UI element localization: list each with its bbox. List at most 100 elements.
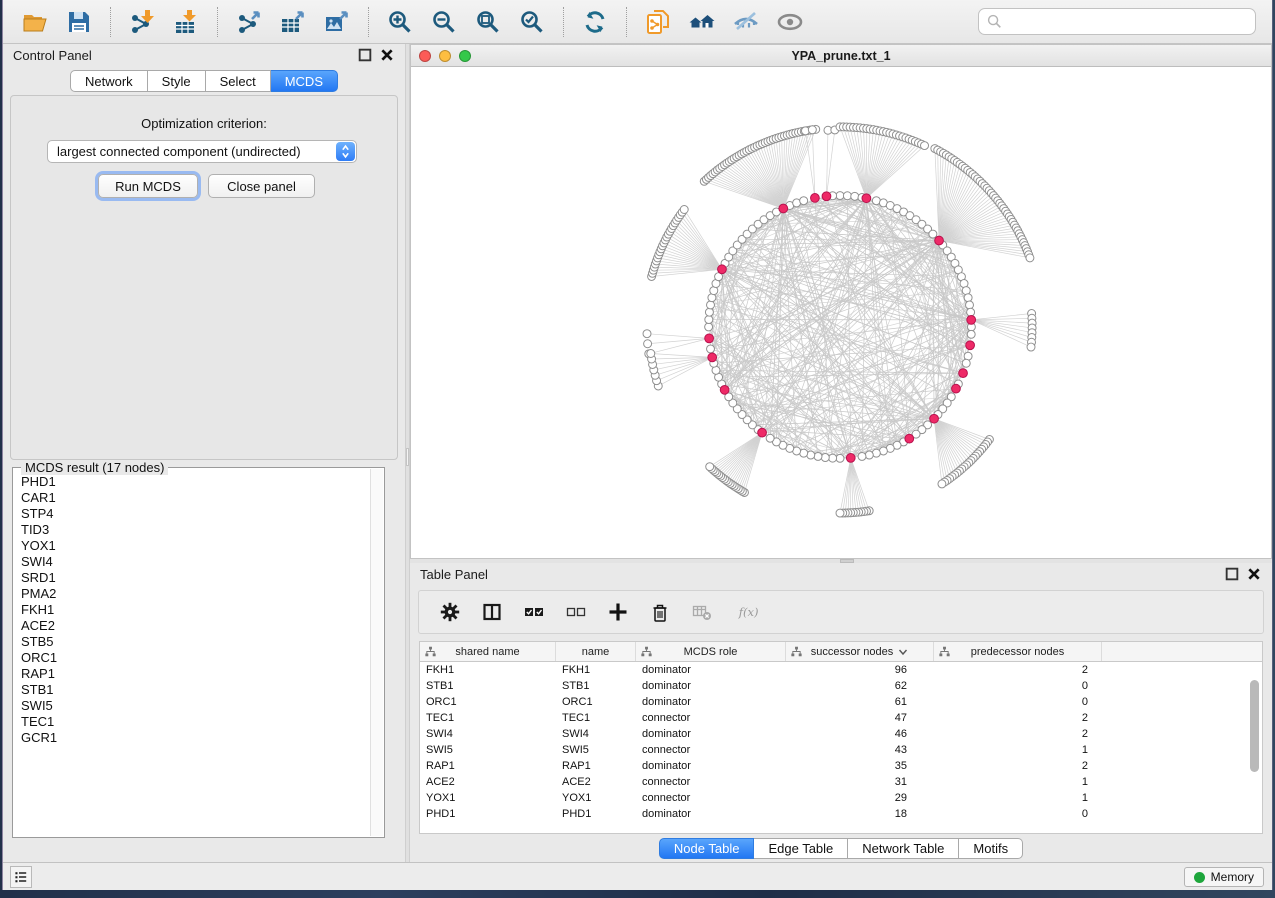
cell-successor-nodes[interactable]: 29 (786, 790, 934, 806)
mcds-result-list[interactable]: PHD1CAR1STP4TID3YOX1SWI4SRD1PMA2FKH1ACE2… (13, 474, 370, 835)
table-row[interactable]: STB1STB1dominator620 (420, 678, 1262, 694)
mcds-result-item[interactable]: ORC1 (21, 650, 370, 666)
mcds-result-item[interactable]: STB1 (21, 682, 370, 698)
export-image-icon[interactable] (322, 7, 352, 37)
network-graph[interactable] (411, 68, 1271, 558)
add-icon[interactable] (605, 599, 631, 625)
cell-shared-name[interactable]: TEC1 (420, 710, 556, 726)
cell-successor-nodes[interactable]: 62 (786, 678, 934, 694)
refresh-view-icon[interactable] (580, 7, 610, 37)
network-canvas[interactable] (411, 68, 1271, 558)
table-row[interactable]: ACE2ACE2connector311 (420, 774, 1262, 790)
cell-MCDS-role[interactable]: dominator (636, 662, 786, 678)
zoom-selected-icon[interactable] (517, 7, 547, 37)
mcds-result-item[interactable]: ACE2 (21, 618, 370, 634)
memory-button[interactable]: Memory (1184, 867, 1264, 887)
cell-shared-name[interactable]: STB1 (420, 678, 556, 694)
table-row[interactable]: SWI5SWI5connector431 (420, 742, 1262, 758)
close-panel-button[interactable]: Close panel (208, 174, 315, 198)
table-row[interactable]: TEC1TEC1connector472 (420, 710, 1262, 726)
result-scrollbar[interactable] (370, 469, 383, 836)
tab-select[interactable]: Select (206, 70, 271, 92)
cell-MCDS-role[interactable]: dominator (636, 694, 786, 710)
import-network-icon[interactable] (127, 7, 157, 37)
clear-selection-icon[interactable] (563, 599, 589, 625)
cell-successor-nodes[interactable]: 96 (786, 662, 934, 678)
cell-MCDS-role[interactable]: connector (636, 790, 786, 806)
mcds-result-item[interactable]: STP4 (21, 506, 370, 522)
cell-MCDS-role[interactable]: dominator (636, 758, 786, 774)
import-table-icon[interactable] (171, 7, 201, 37)
gear-icon[interactable] (437, 599, 463, 625)
task-history-button[interactable] (10, 866, 32, 888)
zoom-fit-icon[interactable] (473, 7, 503, 37)
select-all-icon[interactable] (521, 599, 547, 625)
zoom-out-icon[interactable] (429, 7, 459, 37)
table-row[interactable]: RAP1RAP1dominator352 (420, 758, 1262, 774)
cell-predecessor-nodes[interactable]: 0 (934, 678, 1102, 694)
mcds-result-item[interactable]: YOX1 (21, 538, 370, 554)
zoom-in-icon[interactable] (385, 7, 415, 37)
mcds-result-item[interactable]: TEC1 (21, 714, 370, 730)
cell-name[interactable]: ACE2 (556, 774, 636, 790)
cell-predecessor-nodes[interactable]: 1 (934, 774, 1102, 790)
cell-predecessor-nodes[interactable]: 0 (934, 806, 1102, 822)
run-mcds-button[interactable]: Run MCDS (98, 174, 198, 198)
splitter-grip[interactable] (406, 448, 409, 466)
cell-successor-nodes[interactable]: 43 (786, 742, 934, 758)
tab-style[interactable]: Style (148, 70, 206, 92)
cell-shared-name[interactable]: RAP1 (420, 758, 556, 774)
open-file-icon[interactable] (20, 7, 50, 37)
export-table-icon[interactable] (278, 7, 308, 37)
close-panel-icon[interactable] (379, 47, 395, 63)
cell-name[interactable]: YOX1 (556, 790, 636, 806)
cell-name[interactable]: ORC1 (556, 694, 636, 710)
cell-successor-nodes[interactable]: 47 (786, 710, 934, 726)
cell-shared-name[interactable]: ACE2 (420, 774, 556, 790)
mcds-result-item[interactable]: STB5 (21, 634, 370, 650)
duplicate-network-icon[interactable] (643, 7, 673, 37)
cell-shared-name[interactable]: FKH1 (420, 662, 556, 678)
mcds-result-item[interactable]: GCR1 (21, 730, 370, 746)
cell-MCDS-role[interactable]: connector (636, 742, 786, 758)
cell-successor-nodes[interactable]: 61 (786, 694, 934, 710)
network-window-titlebar[interactable]: YPA_prune.txt_1 (411, 45, 1271, 67)
cell-predecessor-nodes[interactable]: 2 (934, 662, 1102, 678)
cell-name[interactable]: SWI4 (556, 726, 636, 742)
cell-name[interactable]: TEC1 (556, 710, 636, 726)
cell-name[interactable]: FKH1 (556, 662, 636, 678)
cell-MCDS-role[interactable]: dominator (636, 726, 786, 742)
tab-network-table[interactable]: Network Table (848, 838, 959, 859)
cell-predecessor-nodes[interactable]: 0 (934, 694, 1102, 710)
mcds-result-item[interactable]: RAP1 (21, 666, 370, 682)
table-row[interactable]: PHD1PHD1dominator180 (420, 806, 1262, 822)
mcds-result-item[interactable]: PHD1 (21, 474, 370, 490)
column-header-MCDS-role[interactable]: MCDS role (636, 642, 786, 661)
trash-icon[interactable] (647, 599, 673, 625)
mcds-result-item[interactable]: SWI5 (21, 698, 370, 714)
tab-mcds[interactable]: MCDS (271, 70, 338, 92)
optimization-criterion-select[interactable]: largest connected component (undirected) (47, 140, 357, 163)
close-panel-icon[interactable] (1246, 566, 1262, 582)
cell-name[interactable]: SWI5 (556, 742, 636, 758)
cell-successor-nodes[interactable]: 18 (786, 806, 934, 822)
column-header-name[interactable]: name (556, 642, 636, 661)
column-header-shared-name[interactable]: shared name (420, 642, 556, 661)
cell-MCDS-role[interactable]: dominator (636, 678, 786, 694)
cell-MCDS-role[interactable]: connector (636, 710, 786, 726)
tab-motifs[interactable]: Motifs (959, 838, 1023, 859)
cell-MCDS-role[interactable]: connector (636, 774, 786, 790)
hide-selected-icon[interactable] (731, 7, 761, 37)
mcds-result-item[interactable]: TID3 (21, 522, 370, 538)
show-all-icon[interactable] (775, 7, 805, 37)
cell-shared-name[interactable]: SWI5 (420, 742, 556, 758)
table-row[interactable]: FKH1FKH1dominator962 (420, 662, 1262, 678)
table-scrollbar[interactable] (1249, 666, 1260, 866)
cell-successor-nodes[interactable]: 31 (786, 774, 934, 790)
table-row[interactable]: ORC1ORC1dominator610 (420, 694, 1262, 710)
mcds-result-item[interactable]: FKH1 (21, 602, 370, 618)
mcds-result-item[interactable]: SWI4 (21, 554, 370, 570)
cell-name[interactable]: STB1 (556, 678, 636, 694)
column-header-predecessor-nodes[interactable]: predecessor nodes (934, 642, 1102, 661)
cell-name[interactable]: PHD1 (556, 806, 636, 822)
